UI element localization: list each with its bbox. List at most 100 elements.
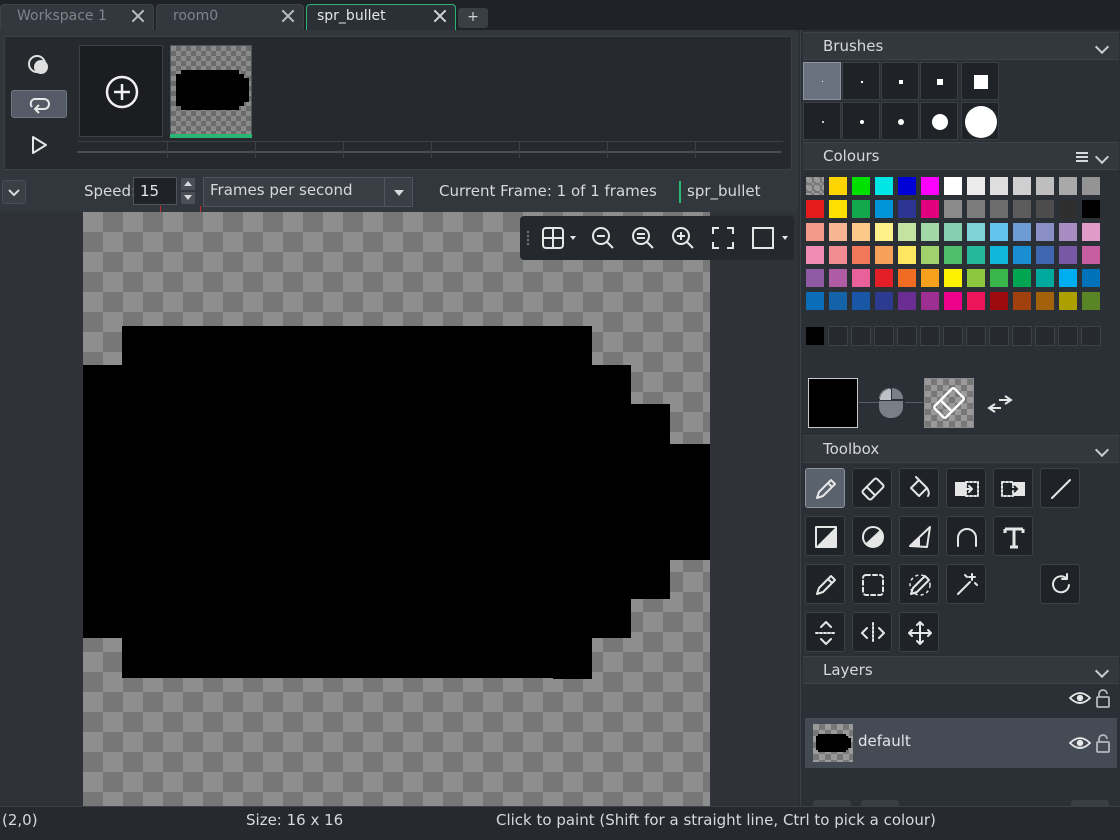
recent-colour-swatch[interactable] xyxy=(874,326,894,346)
increment-button[interactable] xyxy=(181,178,195,190)
colour-swatch[interactable] xyxy=(1035,291,1055,311)
background-toggle-button[interactable] xyxy=(748,223,778,253)
drag-handle[interactable] xyxy=(526,230,530,246)
colour-swatch[interactable] xyxy=(943,222,963,242)
brush-size-4[interactable] xyxy=(920,62,958,100)
brush-round-2[interactable] xyxy=(842,102,880,140)
colour-swatch[interactable] xyxy=(805,199,825,219)
colour-swatch[interactable] xyxy=(1012,268,1032,288)
colour-swatch[interactable] xyxy=(943,291,963,311)
recent-colour-swatch[interactable] xyxy=(920,326,940,346)
colour-swatch[interactable] xyxy=(1058,199,1078,219)
colour-swatch[interactable] xyxy=(851,268,871,288)
zoom-out-button[interactable] xyxy=(588,223,618,253)
colour-swatch[interactable] xyxy=(1012,291,1032,311)
recent-colour-swatch[interactable] xyxy=(1081,326,1101,346)
colour-swatch[interactable] xyxy=(966,245,986,265)
colour-swatch[interactable] xyxy=(966,291,986,311)
chevron-down-icon[interactable] xyxy=(1094,149,1110,165)
select-cut-tool[interactable] xyxy=(993,468,1033,508)
recent-colour-swatch[interactable] xyxy=(897,326,917,346)
ellipse-tool[interactable] xyxy=(852,516,892,556)
colour-swatch[interactable] xyxy=(897,199,917,219)
colour-swatch[interactable] xyxy=(1012,176,1032,196)
colour-swatch[interactable] xyxy=(1012,245,1032,265)
move-tool[interactable] xyxy=(899,612,939,652)
colour-swatch[interactable] xyxy=(851,222,871,242)
canvas-viewport[interactable] xyxy=(0,212,798,806)
colour-swatch[interactable] xyxy=(897,222,917,242)
speed-unit-select[interactable]: Frames per second xyxy=(203,177,413,207)
close-icon[interactable] xyxy=(433,9,447,23)
triangle-tool[interactable] xyxy=(899,516,939,556)
colour-swatch[interactable] xyxy=(1058,245,1078,265)
colours-header[interactable]: Colours xyxy=(803,142,1119,170)
colour-swatch[interactable] xyxy=(897,291,917,311)
close-icon[interactable] xyxy=(281,9,295,23)
colour-picker-tool[interactable] xyxy=(805,564,845,604)
rotate-tool[interactable] xyxy=(1040,564,1080,604)
colour-swatch[interactable] xyxy=(805,268,825,288)
colour-swatch[interactable] xyxy=(920,176,940,196)
timeline[interactable] xyxy=(77,141,783,159)
brush-size-3[interactable] xyxy=(881,62,919,100)
colour-swatch[interactable] xyxy=(989,176,1009,196)
colour-swatch[interactable] xyxy=(920,245,940,265)
colour-swatch[interactable] xyxy=(874,222,894,242)
recent-colour-swatch[interactable] xyxy=(943,326,963,346)
chevron-down-icon[interactable] xyxy=(1094,39,1110,55)
colour-swatch[interactable] xyxy=(874,199,894,219)
frame-thumbnail[interactable] xyxy=(170,45,252,137)
fit-view-button[interactable] xyxy=(708,223,738,253)
colour-swatch[interactable] xyxy=(966,268,986,288)
colour-swatch[interactable] xyxy=(966,199,986,219)
colour-swatch[interactable] xyxy=(1058,176,1078,196)
colour-swatch[interactable] xyxy=(897,176,917,196)
text-tool[interactable] xyxy=(993,516,1033,556)
tab-workspace[interactable]: Workspace 1 xyxy=(0,4,154,30)
colour-swatch[interactable] xyxy=(897,245,917,265)
colour-swatch[interactable] xyxy=(920,268,940,288)
line-tool[interactable] xyxy=(1040,468,1080,508)
colour-swatch[interactable] xyxy=(805,222,825,242)
colour-swatch[interactable] xyxy=(943,199,963,219)
chevron-down-icon[interactable] xyxy=(1094,663,1110,679)
recent-colour-swatch[interactable] xyxy=(989,326,1009,346)
colour-swatch[interactable] xyxy=(920,291,940,311)
colour-swatch[interactable] xyxy=(874,176,894,196)
primary-colour-swatch[interactable] xyxy=(808,378,858,428)
colour-swatch[interactable] xyxy=(851,245,871,265)
brushes-header[interactable]: Brushes xyxy=(803,32,1119,60)
brush-size-5[interactable] xyxy=(961,62,999,100)
lock-icon[interactable] xyxy=(1095,688,1111,708)
colour-swatch[interactable] xyxy=(897,268,917,288)
speed-input[interactable]: 15 xyxy=(133,177,177,205)
colour-swatch[interactable] xyxy=(1058,268,1078,288)
colour-swatch[interactable] xyxy=(1081,222,1101,242)
colour-swatch[interactable] xyxy=(1081,268,1101,288)
zoom-in-button[interactable] xyxy=(668,223,698,253)
colour-swatch[interactable] xyxy=(1058,222,1078,242)
zoom-reset-button[interactable] xyxy=(628,223,658,253)
colour-swatch[interactable] xyxy=(1012,222,1032,242)
tab-room0[interactable]: room0 xyxy=(156,4,304,30)
colour-swatch[interactable] xyxy=(828,199,848,219)
menu-icon[interactable] xyxy=(1075,151,1089,163)
chevron-down-icon[interactable] xyxy=(1094,442,1110,458)
tab-spr-bullet[interactable]: spr_bullet xyxy=(306,4,456,30)
rectangle-tool[interactable] xyxy=(805,516,845,556)
recent-colour-swatch[interactable] xyxy=(851,326,871,346)
colour-swatch[interactable] xyxy=(920,222,940,242)
colour-swatch[interactable] xyxy=(943,268,963,288)
recent-colour-swatch[interactable] xyxy=(1035,326,1055,346)
colour-swatch[interactable] xyxy=(851,176,871,196)
onion-skin-button[interactable] xyxy=(11,51,67,79)
curve-tool[interactable] xyxy=(946,516,986,556)
brush-round-1[interactable] xyxy=(803,102,841,140)
colour-swatch[interactable] xyxy=(1035,245,1055,265)
colour-swatch[interactable] xyxy=(874,291,894,311)
colour-swatch[interactable] xyxy=(989,199,1009,219)
pencil-tool[interactable] xyxy=(805,468,845,508)
colour-swatch[interactable] xyxy=(1081,291,1101,311)
sprite-canvas[interactable] xyxy=(83,212,710,806)
